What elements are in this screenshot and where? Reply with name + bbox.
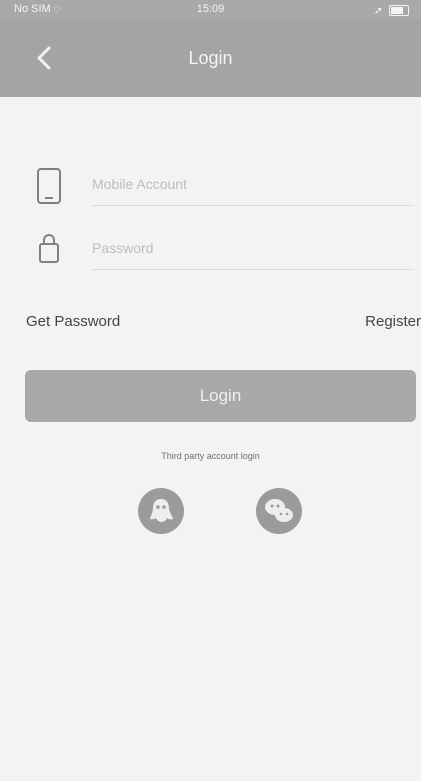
status-time: 15:09 <box>196 3 225 15</box>
account-field-divider <box>92 205 414 206</box>
battery-icon <box>389 5 409 16</box>
qq-login-button[interactable] <box>138 488 184 534</box>
mobile-account-field[interactable]: Mobile Account <box>34 166 414 206</box>
mobile-phone-icon <box>34 166 64 211</box>
navigation-bar: Login <box>0 20 421 97</box>
lock-icon <box>34 230 64 275</box>
status-right: ➚ <box>374 4 409 17</box>
password-field-divider <box>92 269 414 270</box>
page-title: Login <box>188 48 233 68</box>
login-button[interactable]: Login <box>25 370 416 422</box>
mobile-account-placeholder: Mobile Account <box>92 176 187 192</box>
password-field[interactable]: Password <box>34 230 414 270</box>
get-password-link[interactable]: Get Password <box>26 313 120 330</box>
location-icon: ➚ <box>373 5 383 17</box>
password-placeholder: Password <box>92 240 154 256</box>
status-bar: No SIM ◌ 15:09 ➚ <box>0 0 421 20</box>
register-link[interactable]: Register <box>365 313 421 330</box>
login-screen: No SIM ◌ 15:09 ➚ Login Mobile Account Pa… <box>0 0 421 781</box>
third-party-login-label: Third party account login <box>161 451 260 461</box>
qq-icon <box>150 499 173 522</box>
wechat-login-button[interactable] <box>256 488 302 534</box>
wechat-icon <box>265 499 293 522</box>
